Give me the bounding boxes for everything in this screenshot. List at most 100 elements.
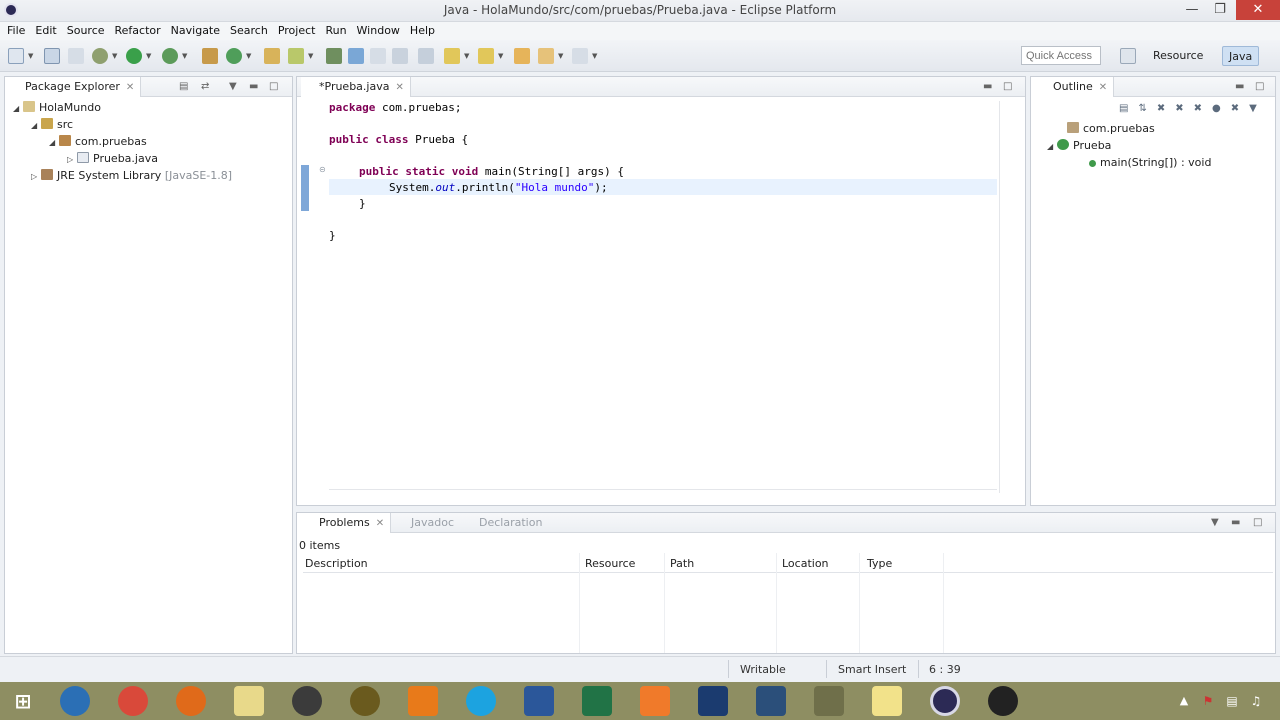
vertical-scrollbar[interactable] — [999, 101, 1013, 493]
file-explorer-icon[interactable] — [234, 686, 264, 716]
search-icon[interactable] — [288, 48, 304, 64]
netbeans-icon[interactable] — [756, 686, 786, 716]
chevron-down-icon[interactable]: ▼ — [246, 52, 251, 60]
utility-app-icon[interactable] — [350, 686, 380, 716]
view-menu-icon[interactable]: ▼ — [229, 81, 237, 92]
chevron-down-icon[interactable]: ▼ — [28, 52, 33, 60]
tab-outline[interactable]: Outline ✕ — [1031, 77, 1115, 97]
expanded-icon[interactable]: ◢ — [1047, 139, 1057, 155]
menu-edit[interactable]: Edit — [30, 22, 61, 40]
tray-arrow-icon[interactable]: ▲ — [1176, 689, 1192, 713]
fold-icon[interactable]: ⊝ — [319, 165, 326, 174]
flag-icon[interactable]: ⚑ — [1200, 689, 1216, 713]
highlight-occurrences-icon[interactable] — [348, 48, 364, 64]
firefox-icon[interactable] — [176, 686, 206, 716]
tree-item-jre[interactable]: ▷ JRE System Library [JavaSE-1.8] — [31, 168, 232, 184]
close-icon[interactable]: ✕ — [1236, 0, 1280, 20]
close-icon[interactable]: ✕ — [1099, 82, 1107, 93]
code-line-1[interactable]: package com.pruebas; — [329, 100, 461, 116]
tab-problems[interactable]: Problems ✕ — [297, 513, 392, 533]
tree-item-src[interactable]: ◢ src — [31, 117, 73, 133]
prev-annotation-icon[interactable] — [478, 48, 494, 64]
maximize-view-icon[interactable]: □ — [1253, 517, 1262, 528]
media-app-icon[interactable] — [292, 686, 322, 716]
open-type-icon[interactable] — [264, 48, 280, 64]
outline-item-package[interactable]: com.pruebas — [1067, 121, 1155, 137]
external-tools-icon[interactable] — [162, 48, 178, 64]
restore-icon[interactable]: ❐ — [1206, 0, 1234, 20]
code-line-5[interactable]: public static void main(String[] args) { — [359, 164, 624, 180]
chevron-down-icon[interactable]: ▼ — [182, 52, 187, 60]
new-icon[interactable] — [8, 48, 24, 64]
pin-icon[interactable] — [418, 48, 434, 64]
expanded-icon[interactable]: ◢ — [31, 118, 41, 134]
menu-window[interactable]: Window — [352, 22, 405, 40]
close-icon[interactable]: ✕ — [126, 82, 134, 93]
chevron-down-icon[interactable]: ▼ — [464, 52, 469, 60]
chevron-down-icon[interactable]: ▼ — [558, 52, 563, 60]
menu-navigate[interactable]: Navigate — [166, 22, 225, 40]
network-icon[interactable]: ▤ — [1224, 689, 1240, 713]
column-description[interactable]: Description — [305, 557, 368, 570]
skype-icon[interactable] — [466, 686, 496, 716]
tree-item-package[interactable]: ◢ com.pruebas — [49, 134, 147, 150]
back-icon[interactable] — [514, 48, 530, 64]
collapsed-icon[interactable]: ▷ — [67, 152, 77, 168]
chevron-down-icon[interactable]: ▼ — [146, 52, 151, 60]
chevron-down-icon[interactable]: ▼ — [308, 52, 313, 60]
chevron-down-icon[interactable]: ▼ — [592, 52, 597, 60]
close-icon[interactable]: ✕ — [376, 518, 384, 529]
expanded-icon[interactable]: ◢ — [49, 135, 59, 151]
notes-icon[interactable] — [872, 686, 902, 716]
next-annotation-icon[interactable] — [444, 48, 460, 64]
code-line-7[interactable]: } — [359, 196, 366, 212]
tab-javadoc[interactable]: Javadoc — [393, 513, 460, 533]
collapse-all-icon[interactable]: ▤ — [179, 81, 188, 92]
maximize-view-icon[interactable]: □ — [269, 81, 278, 92]
settings-icon[interactable] — [814, 686, 844, 716]
last-edit-icon[interactable] — [572, 48, 588, 64]
expanded-icon[interactable]: ◢ — [13, 101, 23, 117]
code-line-3[interactable]: public class Prueba { — [329, 132, 468, 148]
tab-declaration[interactable]: Declaration — [461, 513, 548, 533]
outline-item-class[interactable]: ◢ Prueba — [1047, 138, 1111, 154]
menu-project[interactable]: Project — [273, 22, 321, 40]
xampp-icon[interactable] — [640, 686, 670, 716]
chevron-down-icon[interactable]: ▼ — [498, 52, 503, 60]
forward-icon[interactable] — [538, 48, 554, 64]
tree-item-project[interactable]: ◢ HolaMundo — [13, 100, 101, 116]
column-resource[interactable]: Resource — [585, 557, 635, 570]
tree-item-java-file[interactable]: ▷ Prueba.java — [67, 151, 158, 167]
photoshop-icon[interactable] — [698, 686, 728, 716]
vlc-icon[interactable] — [408, 686, 438, 716]
link-editor-icon[interactable]: ⇄ — [201, 81, 209, 92]
minimize-view-icon[interactable]: ▬ — [1231, 517, 1240, 528]
menu-help[interactable]: Help — [405, 22, 440, 40]
word-icon[interactable] — [524, 686, 554, 716]
horizontal-scrollbar[interactable] — [329, 489, 997, 503]
eclipse-taskbar-icon[interactable] — [930, 686, 960, 716]
new-class-icon[interactable] — [226, 48, 242, 64]
debug-icon[interactable] — [92, 48, 108, 64]
perspective-resource-button[interactable]: Resource — [1149, 46, 1207, 66]
maximize-view-icon[interactable]: □ — [1255, 81, 1264, 92]
outline-toolbar[interactable]: ▤⇅✖✖✖●✖▼ — [1119, 103, 1267, 114]
menu-search[interactable]: Search — [225, 22, 273, 40]
eclipse-icon[interactable] — [4, 3, 18, 17]
menu-refactor[interactable]: Refactor — [110, 22, 166, 40]
code-line-9[interactable]: } — [329, 228, 336, 244]
column-type[interactable]: Type — [867, 557, 892, 570]
menu-source[interactable]: Source — [62, 22, 110, 40]
minimize-view-icon[interactable]: ▬ — [1235, 81, 1244, 92]
minimize-view-icon[interactable]: ▬ — [983, 81, 992, 92]
quick-access-input[interactable] — [1021, 46, 1101, 65]
show-whitespace-icon[interactable] — [392, 48, 408, 64]
menu-file[interactable]: File — [2, 22, 30, 40]
minimize-icon[interactable]: — — [1178, 0, 1206, 20]
excel-icon[interactable] — [582, 686, 612, 716]
print-icon[interactable] — [68, 48, 84, 64]
close-icon[interactable]: ✕ — [395, 82, 403, 93]
outline-item-method[interactable]: main(String[]) : void — [1089, 155, 1211, 171]
chrome-icon[interactable] — [118, 686, 148, 716]
block-selection-icon[interactable] — [370, 48, 386, 64]
